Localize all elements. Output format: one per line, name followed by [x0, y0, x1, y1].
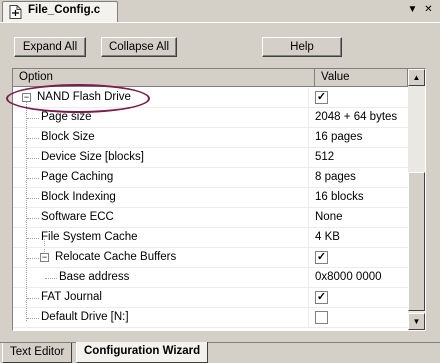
- row-value[interactable]: 4 KB: [315, 231, 340, 243]
- column-separator: [308, 208, 309, 228]
- options-grid-body: Option Value − NAND Flash Drive ✓ Page s…: [13, 69, 408, 330]
- row-value[interactable]: 16 pages: [315, 131, 362, 143]
- tree-row-fat-journal[interactable]: FAT Journal ✓: [13, 288, 408, 308]
- help-button[interactable]: Help: [262, 37, 342, 57]
- title-bar: File_Config.c ▼ ✕: [0, 0, 440, 22]
- row-label: Default Drive [N:]: [41, 311, 129, 323]
- checkmark-icon: ✓: [316, 291, 327, 303]
- tree-collapse-icon[interactable]: −: [22, 93, 31, 102]
- close-icon[interactable]: ✕: [421, 2, 436, 17]
- column-separator: [308, 88, 309, 108]
- column-separator: [308, 308, 309, 328]
- option-column-header[interactable]: Option: [13, 69, 315, 87]
- scroll-thumb[interactable]: [408, 172, 425, 311]
- expand-all-button[interactable]: Expand All: [14, 37, 86, 57]
- tree-row-file-system-cache[interactable]: File System Cache 4 KB: [13, 228, 408, 248]
- column-separator: [308, 108, 309, 128]
- column-separator: [308, 148, 309, 168]
- column-separator: [308, 248, 309, 268]
- column-separator: [308, 168, 309, 188]
- tree-branch: [27, 258, 39, 259]
- file-icon: [9, 5, 22, 19]
- scroll-down-arrow-icon[interactable]: ▼: [408, 313, 425, 330]
- tree-branch: [27, 218, 39, 219]
- row-value[interactable]: 16 blocks: [315, 191, 364, 203]
- row-value[interactable]: 8 pages: [315, 171, 356, 183]
- tree-row-relocate-cache-buffers[interactable]: − Relocate Cache Buffers ✓: [13, 248, 408, 268]
- fat-journal-checkbox[interactable]: ✓: [315, 291, 328, 304]
- row-label: Block Size: [41, 131, 95, 143]
- nand-flash-drive-checkbox[interactable]: ✓: [315, 91, 328, 104]
- tree-row-block-size[interactable]: Block Size 16 pages: [13, 128, 408, 148]
- tree-branch: [27, 238, 39, 239]
- row-label: Software ECC: [41, 211, 114, 223]
- checkmark-icon: ✓: [316, 251, 327, 263]
- relocate-cache-buffers-checkbox[interactable]: ✓: [315, 251, 328, 264]
- column-separator: [308, 288, 309, 308]
- row-label: Page size: [41, 111, 92, 123]
- column-separator: [308, 188, 309, 208]
- file-tab[interactable]: File_Config.c: [2, 1, 118, 22]
- tree-row-default-drive[interactable]: Default Drive [N:]: [13, 308, 408, 328]
- value-column-header[interactable]: Value: [315, 69, 408, 87]
- row-value[interactable]: 2048 + 64 bytes: [315, 111, 397, 123]
- default-drive-checkbox[interactable]: [315, 311, 328, 324]
- row-label: FAT Journal: [41, 291, 102, 303]
- tree-row-base-address[interactable]: Base address 0x8000 0000: [13, 268, 408, 288]
- row-label: Base address: [59, 271, 130, 283]
- editor-tab-bar: Text Editor Configuration Wizard: [0, 342, 440, 363]
- column-separator: [308, 128, 309, 148]
- tree-branch: [27, 178, 39, 179]
- tree-branch: [27, 318, 39, 319]
- row-label: File System Cache: [41, 231, 138, 243]
- vertical-scrollbar[interactable]: ▲ ▼: [408, 69, 425, 330]
- scroll-up-arrow-icon[interactable]: ▲: [408, 69, 425, 86]
- tree-row-nand-flash-drive[interactable]: − NAND Flash Drive ✓: [13, 88, 408, 108]
- dropdown-arrow-icon[interactable]: ▼: [405, 2, 420, 17]
- row-value[interactable]: None: [315, 211, 343, 223]
- file-tab-label: File_Config.c: [28, 4, 101, 16]
- row-label: NAND Flash Drive: [37, 91, 131, 103]
- tab-configuration-wizard[interactable]: Configuration Wizard: [76, 342, 209, 363]
- tree-branch: [27, 158, 39, 159]
- tree-row-device-size[interactable]: Device Size [blocks] 512: [13, 148, 408, 168]
- tree-row-software-ecc[interactable]: Software ECC None: [13, 208, 408, 228]
- row-label: Device Size [blocks]: [41, 151, 144, 163]
- tree-row-block-indexing[interactable]: Block Indexing 16 blocks: [13, 188, 408, 208]
- tree-row-page-size[interactable]: Page size 2048 + 64 bytes: [13, 108, 408, 128]
- tree-collapse-icon[interactable]: −: [40, 253, 49, 262]
- collapse-all-button[interactable]: Collapse All: [101, 37, 177, 57]
- row-label: Block Indexing: [41, 191, 116, 203]
- tree-branch: [27, 138, 39, 139]
- tree-branch: [27, 298, 39, 299]
- row-label: Relocate Cache Buffers: [55, 251, 177, 263]
- row-label: Page Caching: [41, 171, 114, 183]
- checkmark-icon: ✓: [316, 91, 327, 103]
- row-value[interactable]: 512: [315, 151, 334, 163]
- tree-branch: [27, 198, 39, 199]
- row-value[interactable]: 0x8000 0000: [315, 271, 382, 283]
- tab-text-editor[interactable]: Text Editor: [2, 343, 73, 363]
- options-grid: Option Value − NAND Flash Drive ✓ Page s…: [12, 68, 426, 331]
- tree-branch: [27, 118, 39, 119]
- tree-branch: [45, 278, 57, 279]
- column-separator: [308, 228, 309, 248]
- column-separator: [308, 268, 309, 288]
- tree-row-page-caching[interactable]: Page Caching 8 pages: [13, 168, 408, 188]
